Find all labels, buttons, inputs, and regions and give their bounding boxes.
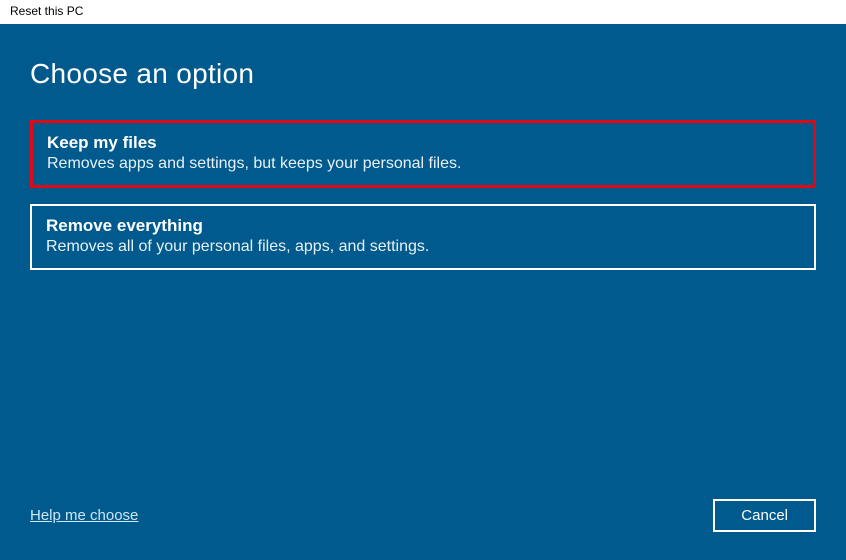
window-title: Reset this PC: [10, 4, 83, 18]
option-title: Remove everything: [46, 216, 800, 236]
help-me-choose-link[interactable]: Help me choose: [30, 507, 138, 524]
option-desc: Removes all of your personal files, apps…: [46, 238, 800, 256]
window-titlebar: Reset this PC: [0, 0, 846, 24]
dialog-heading: Choose an option: [30, 24, 816, 120]
option-keep-my-files[interactable]: Keep my files Removes apps and settings,…: [30, 120, 816, 188]
dialog-footer: Help me choose Cancel: [30, 499, 816, 532]
option-title: Keep my files: [47, 133, 799, 153]
option-desc: Removes apps and settings, but keeps you…: [47, 155, 799, 173]
cancel-button[interactable]: Cancel: [713, 499, 816, 532]
option-remove-everything[interactable]: Remove everything Removes all of your pe…: [30, 204, 816, 270]
reset-dialog: Choose an option Keep my files Removes a…: [0, 24, 846, 560]
